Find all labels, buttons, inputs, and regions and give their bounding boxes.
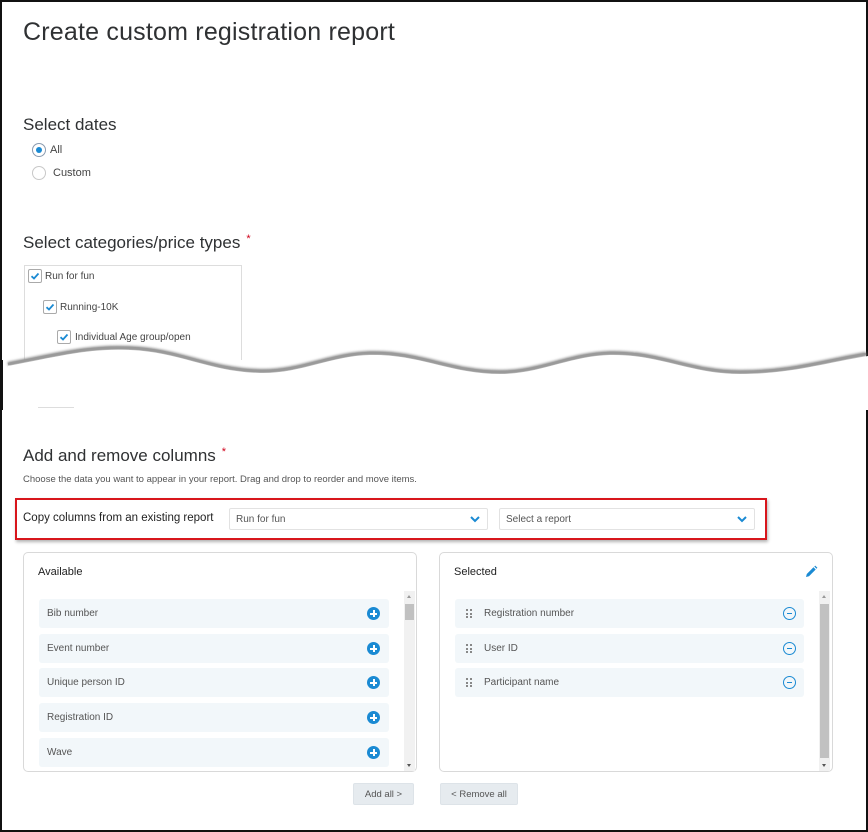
frame-left-border-fragment [0,360,3,410]
add-icon[interactable] [367,746,380,759]
remove-icon[interactable] [783,607,796,620]
radio-label: All [50,144,63,156]
columns-heading-text: Add and remove columns [23,446,216,465]
content-break-wave [0,345,868,410]
divider [38,407,74,408]
item-label: Participant name [484,677,560,688]
chevron-down-icon [737,516,747,523]
add-icon[interactable] [367,676,380,689]
scroll-thumb[interactable] [405,604,414,620]
categories-heading: Select categories/price types * [23,233,251,253]
category-running-10k[interactable]: Running-10K [43,300,118,314]
scroll-up-arrow-icon[interactable] [407,595,411,598]
category-label: Running-10K [60,301,119,313]
pencil-edit-icon[interactable] [804,565,818,579]
selected-item[interactable]: Registration number [455,599,804,628]
selected-title: Selected [454,566,497,578]
add-icon[interactable] [367,711,380,724]
radio-custom[interactable]: Custom [32,166,91,180]
available-item[interactable]: Registration ID [39,703,389,732]
checkbox-checked[interactable] [43,300,57,314]
radio-button[interactable] [32,166,46,180]
selected-scrollbar[interactable] [819,591,830,771]
selected-item[interactable]: User ID [455,634,804,663]
available-panel: Available Bib number Event number Unique… [23,552,417,772]
scroll-up-arrow-icon[interactable] [822,595,826,598]
required-marker: * [221,446,227,458]
columns-heading: Add and remove columns * [23,446,226,466]
add-icon[interactable] [367,607,380,620]
checkmark-icon [45,303,55,311]
item-label: Wave [47,747,73,758]
category-select[interactable]: Run for fun [229,508,488,530]
selected-panel: Selected Registration number User ID Par… [439,552,833,772]
required-marker: * [246,233,251,245]
available-item[interactable]: Bib number [39,599,389,628]
category-run-for-fun[interactable]: Run for fun [28,269,94,283]
report-select[interactable]: Select a report [499,508,755,530]
categories-heading-text: Select categories/price types [23,233,241,252]
radio-all[interactable]: All [32,143,62,157]
remove-all-button[interactable]: < Remove all [440,783,518,805]
chevron-down-icon [470,516,480,523]
remove-icon[interactable] [783,642,796,655]
item-label: Unique person ID [47,677,125,688]
page-title: Create custom registration report [23,18,396,46]
remove-icon[interactable] [783,676,796,689]
add-all-button[interactable]: Add all > [353,783,414,805]
checkbox-checked[interactable] [28,269,42,283]
frame-top-border [0,0,868,2]
scroll-thumb[interactable] [820,604,829,758]
category-select-value: Run for fun [236,513,286,525]
available-item[interactable]: Event number [39,634,389,663]
item-label: User ID [484,643,518,654]
radio-label: Custom [53,167,91,179]
radio-button-selected[interactable] [32,143,46,157]
item-label: Registration ID [47,712,114,723]
copy-columns-label: Copy columns from an existing report [23,512,214,524]
drag-handle-icon[interactable] [466,609,472,618]
drag-handle-icon[interactable] [466,678,472,687]
category-label: Run for fun [45,270,95,282]
drag-handle-icon[interactable] [466,644,472,653]
scroll-down-arrow-icon[interactable] [822,764,826,767]
selected-item[interactable]: Participant name [455,668,804,697]
available-title: Available [38,566,83,578]
report-select-placeholder: Select a report [506,513,572,525]
available-scrollbar[interactable] [404,591,415,771]
available-item[interactable]: Unique person ID [39,668,389,697]
item-label: Event number [47,643,110,654]
scroll-down-arrow-icon[interactable] [407,764,411,767]
checkmark-icon [30,272,40,280]
item-label: Registration number [484,608,575,619]
available-item[interactable]: Wave [39,738,389,767]
columns-description: Choose the data you want to appear in yo… [23,474,417,485]
item-label: Bib number [47,608,99,619]
add-icon[interactable] [367,642,380,655]
dates-heading: Select dates [23,115,117,134]
